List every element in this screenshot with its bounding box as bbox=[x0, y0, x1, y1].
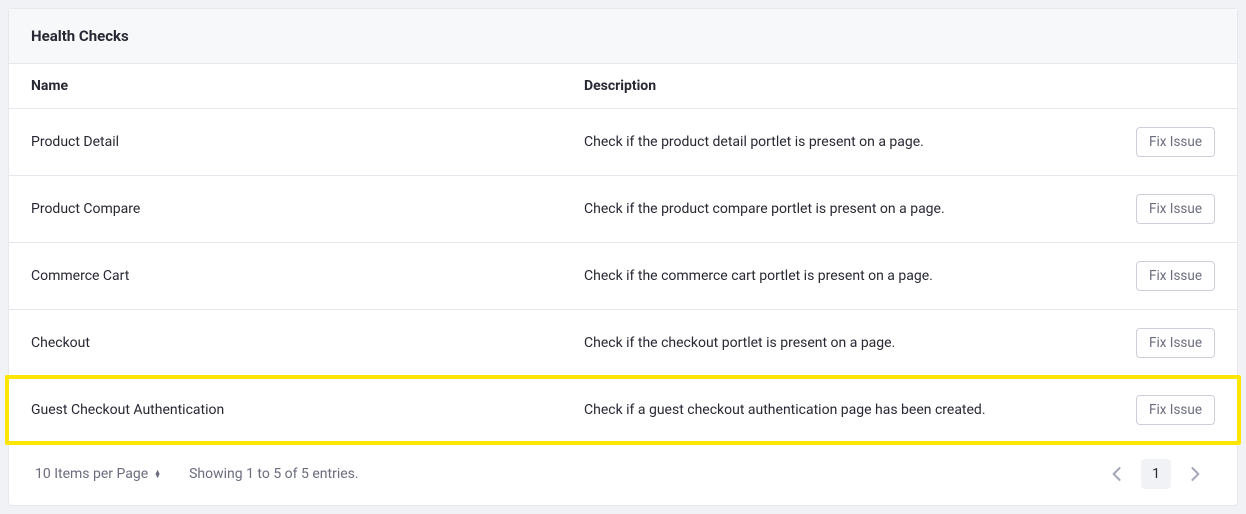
fix-issue-button[interactable]: Fix Issue bbox=[1136, 194, 1215, 224]
pagination-next-button[interactable] bbox=[1181, 459, 1211, 489]
chevron-right-icon bbox=[1191, 467, 1201, 481]
row-action: Fix Issue bbox=[1115, 395, 1215, 425]
column-header-name: Name bbox=[31, 78, 584, 94]
table-row: CheckoutCheck if the checkout portlet is… bbox=[9, 310, 1237, 377]
row-name: Product Compare bbox=[31, 201, 584, 217]
row-name: Checkout bbox=[31, 335, 584, 351]
row-description: Check if the checkout portlet is present… bbox=[584, 335, 1115, 351]
items-per-page-selector[interactable]: 10 Items per Page ▲▼ bbox=[35, 466, 161, 482]
row-action: Fix Issue bbox=[1115, 127, 1215, 157]
caret-up-down-icon: ▲▼ bbox=[154, 470, 161, 478]
row-description: Check if the product compare portlet is … bbox=[584, 201, 1115, 217]
row-description: Check if the product detail portlet is p… bbox=[584, 134, 1115, 150]
row-action: Fix Issue bbox=[1115, 328, 1215, 358]
row-action: Fix Issue bbox=[1115, 261, 1215, 291]
fix-issue-button[interactable]: Fix Issue bbox=[1136, 395, 1215, 425]
row-action: Fix Issue bbox=[1115, 194, 1215, 224]
fix-issue-button[interactable]: Fix Issue bbox=[1136, 261, 1215, 291]
table-row: Commerce CartCheck if the commerce cart … bbox=[9, 243, 1237, 310]
table-body: Product DetailCheck if the product detai… bbox=[9, 109, 1237, 443]
row-description: Check if the commerce cart portlet is pr… bbox=[584, 268, 1115, 284]
table-row: Guest Checkout AuthenticationCheck if a … bbox=[9, 377, 1237, 443]
fix-issue-button[interactable]: Fix Issue bbox=[1136, 127, 1215, 157]
table-header-row: Name Description bbox=[9, 64, 1237, 109]
pagination-prev-button[interactable] bbox=[1101, 459, 1131, 489]
row-description: Check if a guest checkout authentication… bbox=[584, 402, 1115, 418]
health-checks-panel: Health Checks Name Description Product D… bbox=[8, 8, 1238, 506]
column-header-action bbox=[1115, 78, 1215, 94]
row-name: Commerce Cart bbox=[31, 268, 584, 284]
chevron-left-icon bbox=[1111, 467, 1121, 481]
items-per-page-label: 10 Items per Page bbox=[35, 466, 148, 482]
pagination: 1 bbox=[1101, 459, 1211, 489]
panel-title: Health Checks bbox=[31, 27, 1215, 45]
row-name: Product Detail bbox=[31, 134, 584, 150]
column-header-description: Description bbox=[584, 78, 1115, 94]
panel-header: Health Checks bbox=[9, 9, 1237, 64]
row-name: Guest Checkout Authentication bbox=[31, 402, 584, 418]
fix-issue-button[interactable]: Fix Issue bbox=[1136, 328, 1215, 358]
table-row: Product DetailCheck if the product detai… bbox=[9, 109, 1237, 176]
table-row: Product CompareCheck if the product comp… bbox=[9, 176, 1237, 243]
table-footer: 10 Items per Page ▲▼ Showing 1 to 5 of 5… bbox=[9, 443, 1237, 505]
pagination-page-current[interactable]: 1 bbox=[1141, 459, 1171, 489]
entries-info: Showing 1 to 5 of 5 entries. bbox=[189, 466, 358, 482]
